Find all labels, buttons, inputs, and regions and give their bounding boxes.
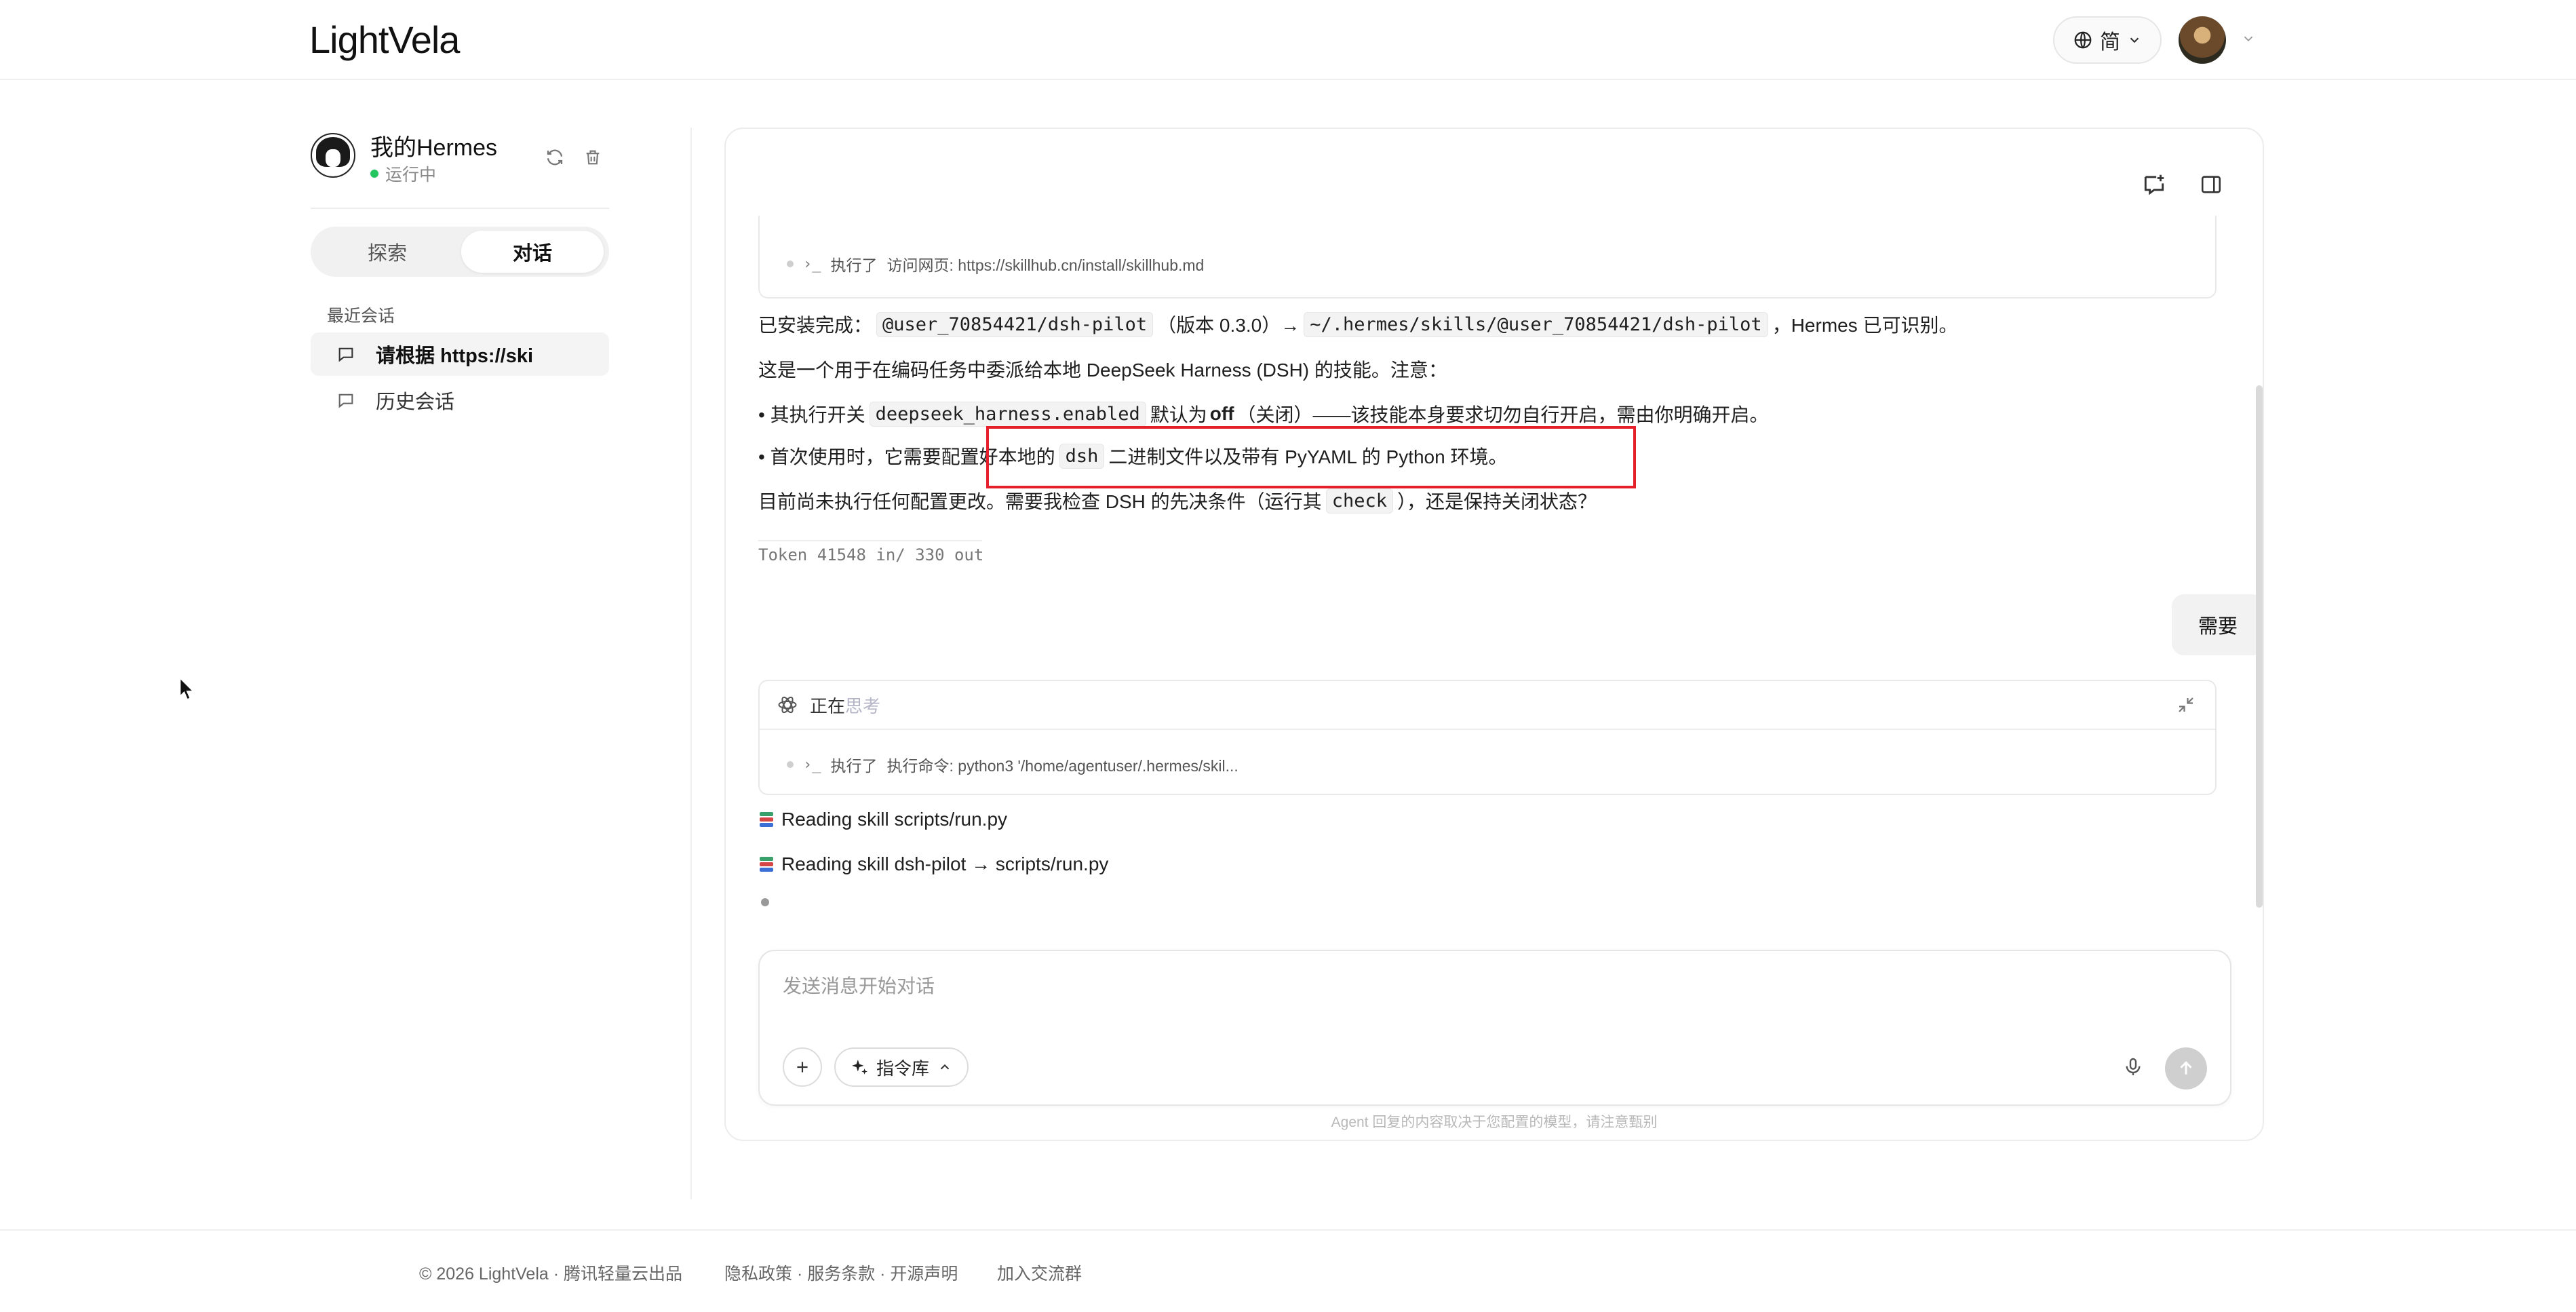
status-dot-icon: [787, 261, 794, 267]
reading-status-line: Reading skill dsh-pilot → scripts/run.py: [758, 853, 1108, 875]
refresh-button[interactable]: [540, 142, 570, 172]
message-text: ，Hermes 已可识别。: [1772, 315, 1958, 336]
token-divider: [758, 540, 982, 541]
footer-join-link[interactable]: 加入交流群: [997, 1260, 1082, 1285]
inline-code: @user_70854421/dsh-pilot: [876, 311, 1154, 337]
trash-icon: [586, 150, 600, 165]
mode-tabs: 探索 对话: [311, 227, 609, 277]
conversation-item[interactable]: 历史会话: [311, 379, 609, 422]
message-text: （版本 0.3.0）→: [1157, 315, 1300, 336]
conversation-item[interactable]: 请根据 https://ski: [311, 332, 609, 376]
loading-indicator: [761, 898, 769, 906]
tool-call-prefix: 执行了: [830, 757, 878, 775]
voice-input-button[interactable]: [2116, 1050, 2150, 1084]
user-message-bubble: 需要: [2172, 594, 2263, 655]
new-chat-button[interactable]: [2138, 168, 2170, 201]
message-input[interactable]: [783, 971, 2139, 1001]
tool-call-prefix: 执行了: [830, 256, 878, 274]
message-composer: 指令库: [758, 950, 2231, 1106]
inline-code: ~/.hermes/skills/@user_70854421/dsh-pilo…: [1304, 311, 1768, 337]
command-library-label: 指令库: [876, 1058, 930, 1079]
inline-code: deepseek_harness.enabled: [869, 401, 1146, 427]
bold-text: off: [1209, 403, 1234, 424]
tool-call-text: 访问网页: https://skillhub.cn/install/skillh…: [886, 256, 1205, 274]
collapse-icon[interactable]: [2176, 695, 2196, 715]
message-text: 这是一个用于在编码任务中委派给本地 DeepSeek Harness (DSH)…: [758, 360, 1447, 381]
tool-call-line: ›_ 执行了 访问网页: https://skillhub.cn/install…: [787, 252, 1204, 275]
terminal-icon: ›_: [803, 255, 821, 273]
chevron-up-icon: [940, 1064, 950, 1070]
delete-button[interactable]: [578, 142, 608, 172]
thinking-label: 正在: [810, 695, 846, 716]
thinking-label-fade: 思考: [845, 695, 881, 716]
conversation-title: 请根据 https://ski: [376, 345, 534, 367]
chat-bubble-icon: [338, 347, 353, 362]
tool-call-line: ›_ 执行了 执行命令: python3 '/home/agentuser/.h…: [787, 753, 1238, 776]
assistant-message-line: 目前尚未执行任何配置更改。需要我检查 DSH 的先决条件（运行其 check ）…: [758, 487, 1597, 514]
language-switch-button[interactable]: 简: [2053, 16, 2162, 64]
highlight-box: [986, 426, 1636, 488]
sidebar-divider: [311, 208, 609, 209]
bullet-item: • 其执行开关 deepseek_harness.enabled 默认为 off…: [758, 400, 1769, 427]
message-text: 已安装完成：: [758, 315, 873, 336]
reading-text: Reading skill dsh-pilot → scripts/run.py: [781, 853, 1109, 874]
globe-icon: [2074, 31, 2092, 49]
sidebar-border: [690, 128, 692, 1199]
chevron-down-icon: [2130, 37, 2139, 43]
command-library-button[interactable]: 指令库: [834, 1047, 969, 1087]
assistant-message-line: 这是一个用于在编码任务中委派给本地 DeepSeek Harness (DSH)…: [758, 355, 1447, 383]
tool-call-box: ›_ 执行了 访问网页: https://skillhub.cn/install…: [758, 216, 2217, 298]
sparkle-icon: [852, 1060, 867, 1075]
agent-status-label: 运行中: [385, 166, 437, 185]
send-button[interactable]: [2165, 1047, 2207, 1089]
thinking-header[interactable]: 正在思考: [760, 681, 2215, 730]
message-text: ），还是保持关闭状态？: [1397, 491, 1597, 512]
inline-code: check: [1325, 488, 1393, 514]
reading-status-line: Reading skill scripts/run.py: [758, 809, 1007, 830]
reading-text: Reading skill scripts/run.py: [781, 809, 1008, 830]
top-header: LightVela 简: [0, 0, 2576, 80]
tab-explore[interactable]: 探索: [316, 231, 458, 273]
assistant-message-line: 已安装完成： @user_70854421/dsh-pilot （版本 0.3.…: [758, 311, 1958, 338]
refresh-icon: [547, 149, 563, 166]
scrollbar[interactable]: [2256, 385, 2263, 908]
logo[interactable]: LightVela: [309, 18, 460, 62]
chat-panel: ›_ 执行了 访问网页: https://skillhub.cn/install…: [724, 128, 2264, 1141]
toggle-panel-button[interactable]: [2195, 168, 2227, 201]
chat-bubble-icon: [338, 393, 353, 408]
message-text: 默认为: [1150, 404, 1207, 425]
agent-status: 运行中: [370, 161, 436, 186]
footer-copyright: © 2026 LightVela · 腾讯轻量云出品: [419, 1265, 683, 1284]
status-dot-icon: [787, 761, 794, 768]
books-icon: [758, 811, 775, 828]
conversation-title: 历史会话: [376, 391, 455, 413]
sidebar-panel-icon: [2201, 176, 2221, 193]
thinking-box: 正在思考 ›_ 执行了 执行命令: python3 '/home/agentus…: [758, 680, 2217, 795]
message-text: （关闭）——该技能本身要求切勿自行开启，需由你明确开启。: [1236, 404, 1769, 425]
agent-name: 我的Hermes: [370, 135, 498, 161]
tab-chat[interactable]: 对话: [461, 231, 604, 273]
recent-conversations-label: 最近会话: [327, 307, 395, 326]
chevron-down-icon[interactable]: [2241, 30, 2256, 51]
footer-divider: [0, 1229, 2576, 1231]
tool-call-text: 执行命令: python3 '/home/agentuser/.hermes/s…: [886, 757, 1238, 775]
language-label: 简: [2100, 31, 2120, 54]
message-text: 目前尚未执行任何配置更改。需要我检查 DSH 的先决条件（运行其: [758, 491, 1322, 512]
token-usage: Token 41548 in/ 330 out: [758, 545, 984, 564]
footer-links[interactable]: 隐私政策 · 服务条款 · 开源声明: [724, 1260, 958, 1285]
disclaimer-text: Agent 回复的内容取决于您配置的模型，请注意甄别: [1331, 1115, 1658, 1130]
new-chat-icon: [2144, 174, 2164, 195]
atom-icon: [778, 696, 797, 714]
agent-avatar: [311, 133, 355, 178]
books-icon: [758, 855, 775, 873]
mouse-cursor-icon: [179, 677, 195, 701]
microphone-icon: [2126, 1058, 2141, 1075]
user-avatar[interactable]: [2179, 16, 2226, 64]
message-text: • 其执行开关: [758, 404, 865, 425]
attach-button[interactable]: [783, 1047, 822, 1087]
plus-icon: [797, 1062, 808, 1073]
terminal-icon: ›_: [803, 756, 821, 773]
status-dot-icon: [370, 170, 378, 178]
arrow-up-icon: [2180, 1061, 2192, 1075]
